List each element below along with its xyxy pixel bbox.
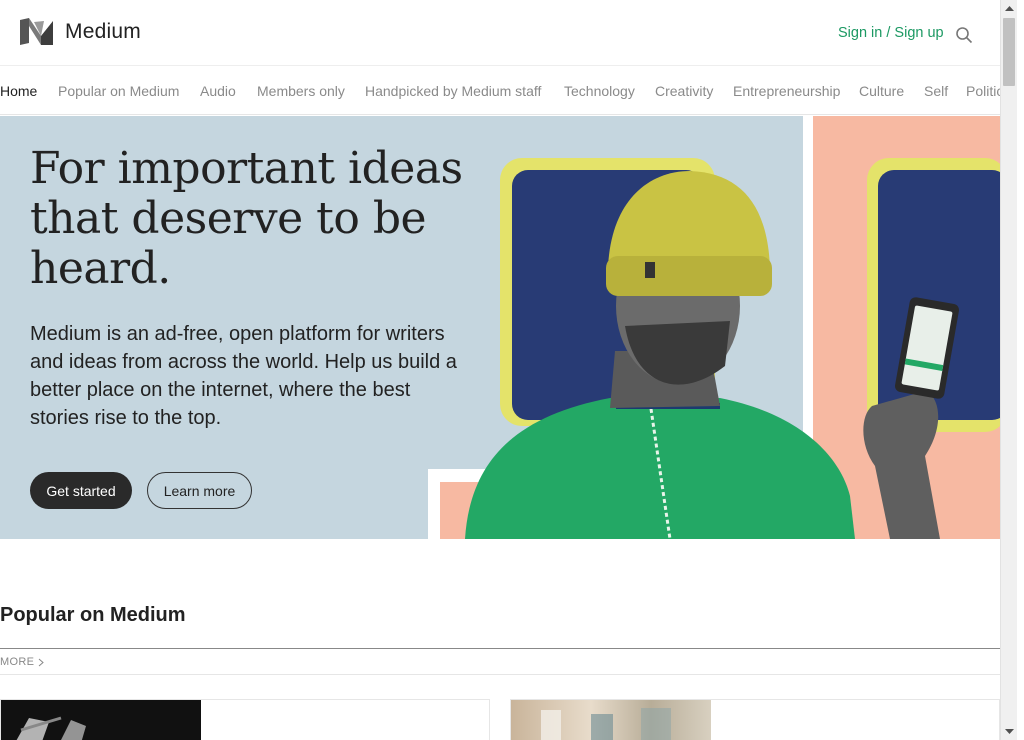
nav-item-entrepreneurship[interactable]: Entrepreneurship <box>733 83 840 99</box>
story-card[interactable] <box>510 699 1000 740</box>
vertical-scrollbar[interactable] <box>1000 0 1017 740</box>
window-edge <box>1017 0 1024 740</box>
story-thumbnail-graphic <box>541 708 671 740</box>
more-link[interactable]: MORE <box>0 656 44 668</box>
more-link-label: MORE <box>0 656 35 668</box>
story-thumbnail <box>511 700 711 740</box>
nav-item-audio[interactable]: Audio <box>200 83 236 99</box>
story-thumbnail <box>1 700 201 740</box>
brand-name: Medium <box>65 19 141 43</box>
nav-item-popular[interactable]: Popular on Medium <box>58 83 179 99</box>
get-started-button[interactable]: Get started <box>30 472 132 509</box>
scrollbar-thumb[interactable] <box>1003 18 1015 86</box>
scroll-up-arrow-icon[interactable] <box>1001 0 1018 17</box>
medium-logo-icon <box>20 18 53 45</box>
scroll-down-arrow-icon[interactable] <box>1001 723 1018 740</box>
nav-item-handpicked[interactable]: Handpicked by Medium staff <box>365 83 541 99</box>
search-icon[interactable] <box>955 26 973 44</box>
chevron-right-icon <box>38 658 44 666</box>
topic-nav: Home Popular on Medium Audio Members onl… <box>0 66 1000 115</box>
nav-item-politics[interactable]: Politics <box>966 83 1000 99</box>
hero-illustration <box>428 116 1000 539</box>
nav-item-technology[interactable]: Technology <box>564 83 635 99</box>
hero-description: Medium is an ad-free, open platform for … <box>30 323 457 429</box>
nav-item-culture[interactable]: Culture <box>859 83 904 99</box>
section-title: Popular on Medium <box>0 604 186 626</box>
section-divider <box>0 648 1000 649</box>
nav-item-members-only[interactable]: Members only <box>257 83 345 99</box>
hero-banner: For important ideas that deserve to be h… <box>0 116 1000 539</box>
story-card[interactable] <box>0 699 490 740</box>
medium-logo[interactable]: Medium <box>20 18 141 45</box>
site-header: Medium Sign in / Sign up <box>0 0 1000 66</box>
nav-item-creativity[interactable]: Creativity <box>655 83 713 99</box>
nav-item-home[interactable]: Home <box>0 83 37 99</box>
nav-item-self[interactable]: Self <box>924 83 948 99</box>
learn-more-button[interactable]: Learn more <box>147 472 252 509</box>
section-subdivider <box>0 674 1000 675</box>
sign-in-link[interactable]: Sign in / Sign up <box>838 25 944 41</box>
story-thumbnail-graphic <box>16 716 86 740</box>
